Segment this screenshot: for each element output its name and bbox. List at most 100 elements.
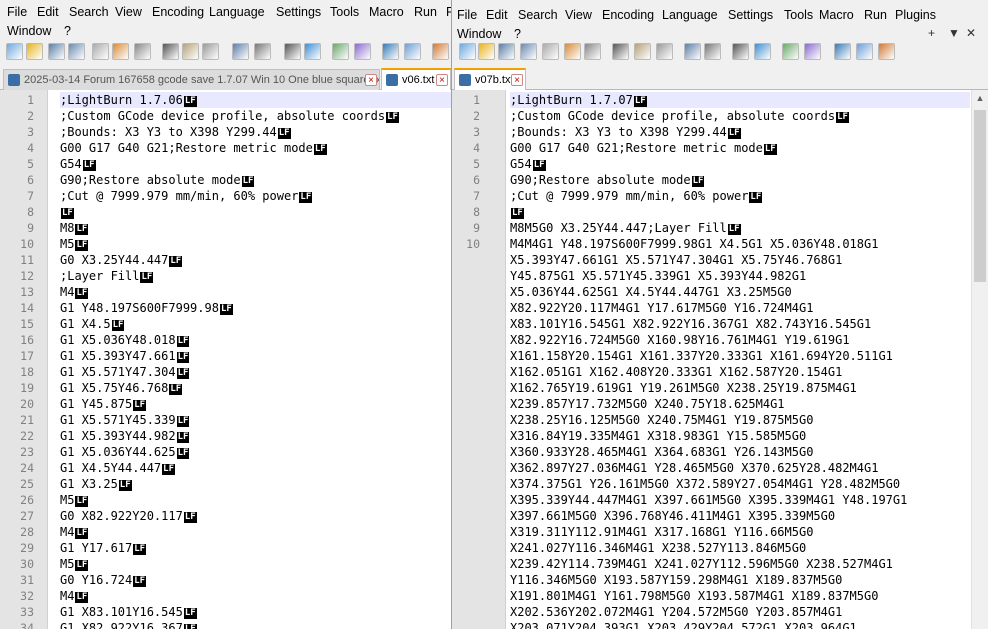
menu-settings[interactable]: Settings: [728, 8, 773, 22]
wrapped-code-line[interactable]: X374.375G1 Y26.161M5G0 X372.589Y27.054M4…: [510, 476, 900, 492]
code-line[interactable]: M5 LF: [60, 556, 89, 572]
code-line[interactable]: ;Custom GCode device profile, absolute c…: [60, 108, 399, 124]
find-icon[interactable]: [284, 43, 301, 60]
menu-encoding[interactable]: Encoding: [152, 5, 204, 19]
wrap-icon[interactable]: [878, 43, 895, 60]
zoom-in-icon[interactable]: [782, 43, 799, 60]
code-line[interactable]: ;Cut @ 7999.979 mm/min, 60% power LF: [60, 188, 313, 204]
save-icon[interactable]: [48, 43, 65, 60]
code-line[interactable]: G1 X5.036Y48.018 LF: [60, 332, 190, 348]
menu-language[interactable]: Language: [662, 8, 718, 22]
menu-settings[interactable]: Settings: [276, 5, 321, 19]
close-icon[interactable]: [92, 43, 109, 60]
wrapped-code-line[interactable]: X203.071Y204.393G1 X203.429Y204.572G1 X2…: [510, 620, 857, 629]
replace-icon[interactable]: [754, 43, 771, 60]
wrapped-code-line[interactable]: Y116.346M5G0 X193.587Y159.298M4G1 X189.8…: [510, 572, 842, 588]
open-file-icon[interactable]: [26, 43, 43, 60]
wrapped-code-line[interactable]: X162.765Y19.619G1 Y19.261M5G0 X238.25Y19…: [510, 380, 857, 396]
save-icon[interactable]: [498, 43, 515, 60]
wrapped-code-line[interactable]: X162.051G1 X162.408Y20.333G1 X162.587Y20…: [510, 364, 842, 380]
code-line[interactable]: ;Custom GCode device profile, absolute c…: [510, 108, 849, 124]
menu-view[interactable]: View: [115, 5, 142, 19]
code-line[interactable]: G00 G17 G40 G21;Restore metric mode LF: [510, 140, 777, 156]
save-all-icon[interactable]: [68, 43, 85, 60]
code-line[interactable]: G00 G17 G40 G21;Restore metric mode LF: [60, 140, 327, 156]
code-line[interactable]: G1 Y48.197S600F7999.98 LF: [60, 300, 233, 316]
print-icon[interactable]: [134, 43, 151, 60]
redo-icon[interactable]: [704, 43, 721, 60]
code-line[interactable]: G0 X3.25Y44.447 LF: [60, 252, 183, 268]
new-file-icon[interactable]: [459, 43, 476, 60]
sync-v-icon[interactable]: [382, 43, 399, 60]
code-line[interactable]: G54 LF: [510, 156, 546, 172]
find-icon[interactable]: [732, 43, 749, 60]
undo-icon[interactable]: [684, 43, 701, 60]
menu-edit[interactable]: Edit: [37, 5, 59, 19]
tab-close-icon[interactable]: ×: [436, 74, 448, 86]
menu-plugins[interactable]: Plugins: [895, 8, 936, 22]
menu-help[interactable]: ?: [64, 24, 71, 38]
menu-language[interactable]: Language: [209, 5, 265, 19]
new-tab-button[interactable]: +: [928, 26, 935, 40]
code-line[interactable]: ;Layer Fill LF: [60, 268, 154, 284]
menu-macro[interactable]: Macro: [369, 5, 404, 19]
wrapped-code-line[interactable]: X395.339Y44.447M4G1 X397.661M5G0 X395.33…: [510, 492, 907, 508]
copy-icon[interactable]: [182, 43, 199, 60]
undo-icon[interactable]: [232, 43, 249, 60]
code-line[interactable]: LF: [510, 204, 524, 220]
left-editor[interactable]: 1 ;LightBurn 1.7.06 LF 2 ;Custom GCode devic…: [0, 90, 451, 629]
code-line[interactable]: G90;Restore absolute mode LF: [60, 172, 255, 188]
code-line[interactable]: ;Cut @ 7999.979 mm/min, 60% power LF: [510, 188, 763, 204]
wrapped-code-line[interactable]: X239.857Y17.732M5G0 X240.75Y18.625M4G1: [510, 396, 785, 412]
wrapped-code-line[interactable]: X202.536Y202.072M4G1 Y204.572M5G0 Y203.8…: [510, 604, 842, 620]
code-line[interactable]: M5 LF: [60, 492, 89, 508]
code-line[interactable]: ;Bounds: X3 Y3 to X398 Y299.44 LF: [60, 124, 291, 140]
sync-v-icon[interactable]: [834, 43, 851, 60]
cut-icon[interactable]: [162, 43, 179, 60]
scroll-up-arrow-icon[interactable]: ▲: [972, 90, 988, 107]
code-line[interactable]: M8M5G0 X3.25Y44.447;Layer Fill LF: [510, 220, 741, 236]
menu-edit[interactable]: Edit: [486, 8, 508, 22]
code-line[interactable]: G1 X3.25 LF: [60, 476, 132, 492]
wrapped-code-line[interactable]: X316.84Y19.335M4G1 X318.983G1 Y15.585M5G…: [510, 428, 806, 444]
wrapped-code-line[interactable]: X319.311Y112.91M4G1 X317.168G1 Y116.66M5…: [510, 524, 813, 540]
code-line[interactable]: ;LightBurn 1.7.07 LF: [510, 92, 970, 108]
menu-view[interactable]: View: [565, 8, 592, 22]
tab-close-icon[interactable]: ×: [511, 74, 523, 86]
menu-run[interactable]: Run: [414, 5, 437, 19]
code-line[interactable]: M4 LF: [60, 524, 89, 540]
save-all-icon[interactable]: [520, 43, 537, 60]
wrapped-code-line[interactable]: X362.897Y27.036M4G1 Y28.465M5G0 X370.625…: [510, 460, 878, 476]
code-line[interactable]: G1 X5.571Y47.304 LF: [60, 364, 190, 380]
menu-window[interactable]: Window: [7, 24, 51, 38]
tab-1[interactable]: v06.txt ×: [381, 68, 451, 90]
wrapped-code-line[interactable]: X83.101Y16.545G1 X82.922Y16.367G1 X82.74…: [510, 316, 871, 332]
code-line[interactable]: G1 X5.571Y45.339 LF: [60, 412, 190, 428]
wrapped-code-line[interactable]: X397.661M5G0 X396.768Y46.411M4G1 X395.33…: [510, 508, 835, 524]
code-line[interactable]: G0 X82.922Y20.117 LF: [60, 508, 197, 524]
wrapped-code-line[interactable]: Y45.875G1 X5.571Y45.339G1 X5.393Y44.982G…: [510, 268, 806, 284]
menu-search[interactable]: Search: [518, 8, 558, 22]
code-line[interactable]: G1 X5.393Y44.982 LF: [60, 428, 190, 444]
sync-h-icon[interactable]: [856, 43, 873, 60]
dropdown-button[interactable]: ▼: [948, 26, 960, 40]
code-line[interactable]: M8 LF: [60, 220, 89, 236]
code-line[interactable]: G1 X83.101Y16.545 LF: [60, 604, 197, 620]
wrap-icon[interactable]: [432, 43, 449, 60]
code-line[interactable]: G1 X5.036Y44.625 LF: [60, 444, 190, 460]
copy-icon[interactable]: [634, 43, 651, 60]
code-line[interactable]: G90;Restore absolute mode LF: [510, 172, 705, 188]
new-file-icon[interactable]: [6, 43, 23, 60]
code-line[interactable]: ;LightBurn 1.7.06 LF: [60, 92, 451, 108]
wrapped-code-line[interactable]: X161.158Y20.154G1 X161.337Y20.333G1 X161…: [510, 348, 893, 364]
code-line[interactable]: G1 X4.5 LF: [60, 316, 125, 332]
code-line[interactable]: G1 Y17.617 LF: [60, 540, 147, 556]
code-line[interactable]: ;Bounds: X3 Y3 to X398 Y299.44 LF: [510, 124, 741, 140]
code-line[interactable]: G1 X5.393Y47.661 LF: [60, 348, 190, 364]
code-line[interactable]: LF: [60, 204, 74, 220]
tab-close-icon[interactable]: ×: [365, 74, 377, 86]
code-line[interactable]: M4 LF: [60, 588, 89, 604]
wrapped-code-line[interactable]: X82.922Y20.117M4G1 Y17.617M5G0 Y16.724M4…: [510, 300, 813, 316]
code-line[interactable]: G1 X4.5Y44.447 LF: [60, 460, 175, 476]
code-line[interactable]: M4 LF: [60, 284, 89, 300]
